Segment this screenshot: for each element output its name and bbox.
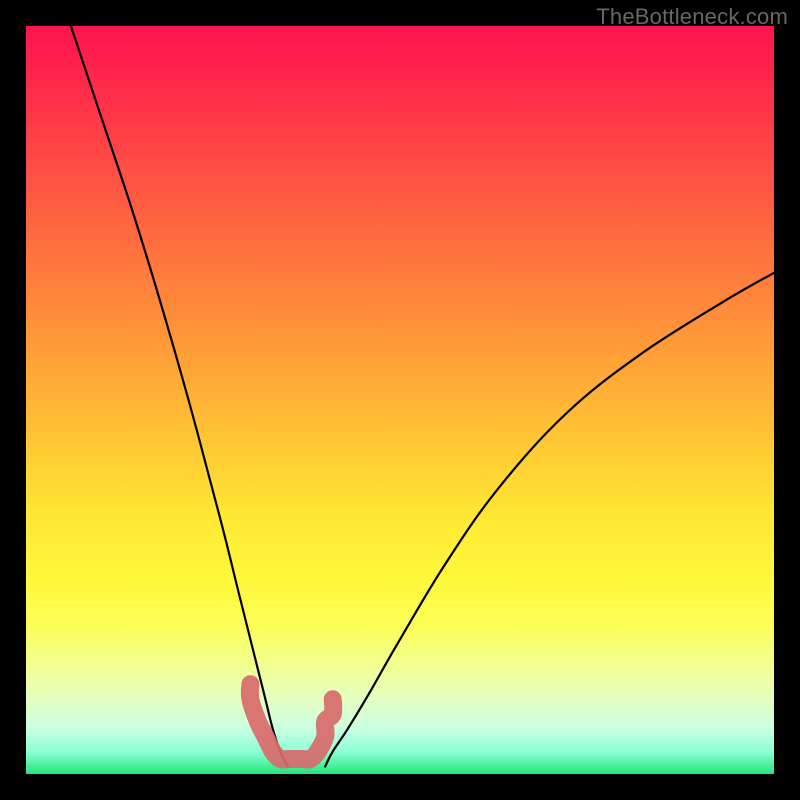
bottom-blob (250, 684, 333, 759)
left-curve (71, 26, 288, 767)
curve-overlay (26, 26, 774, 774)
chart-frame: TheBottleneck.com (0, 0, 800, 800)
right-curve (325, 273, 774, 767)
plot-area (26, 26, 774, 774)
